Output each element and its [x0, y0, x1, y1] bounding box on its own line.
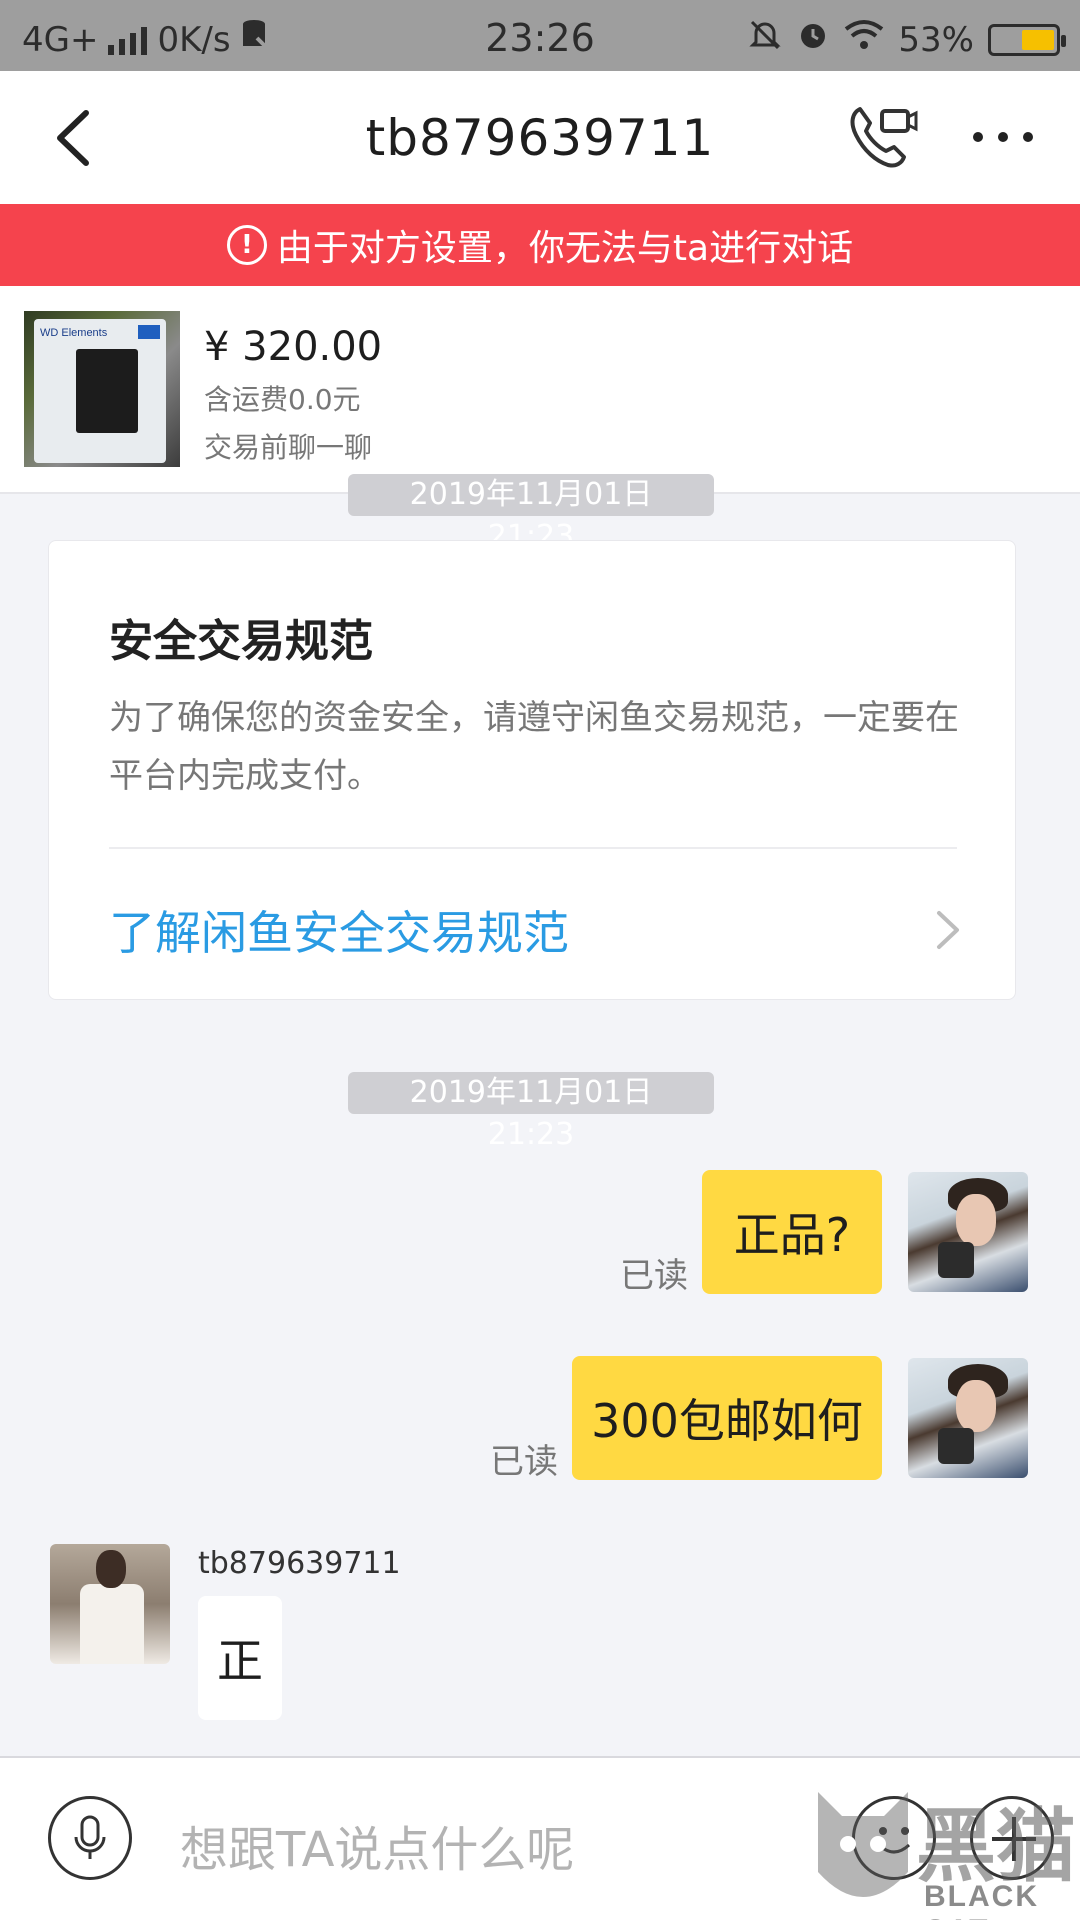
emoji-button[interactable] [852, 1796, 936, 1880]
read-status: 已读 [490, 1442, 558, 1482]
my-avatar[interactable] [908, 1172, 1028, 1292]
product-price: ¥ 320.00 [204, 324, 383, 370]
more-button[interactable] [968, 111, 1038, 163]
other-avatar[interactable] [50, 1544, 170, 1664]
more-icon [973, 132, 1033, 142]
product-brand-label: WD Elements [40, 327, 108, 339]
message-input[interactable]: 想跟TA说点什么呢 [180, 1810, 574, 1880]
wifi-icon [844, 19, 884, 60]
avatar-head [96, 1550, 126, 1588]
product-note: 交易前聊一聊 [204, 431, 373, 464]
video-call-button[interactable] [846, 101, 918, 173]
message-bubble-sent[interactable]: 300包邮如何 [572, 1356, 882, 1480]
message-bubble-sent[interactable]: 正品? [702, 1170, 882, 1294]
video-call-icon [850, 107, 918, 168]
avatar-coat [80, 1584, 144, 1664]
warning-icon: ! [226, 225, 267, 265]
microphone-icon [74, 1815, 106, 1859]
safety-rules-link[interactable]: 了解闲鱼安全交易规范 [109, 897, 569, 963]
timestamp-top: 2019年11月01日 21:23 [348, 474, 714, 554]
avatar-arm [938, 1242, 974, 1278]
message-row: 已读 300包邮如何 [0, 1356, 1080, 1486]
avatar-arm [938, 1428, 974, 1464]
message-bubble-received[interactable]: 正 [198, 1596, 282, 1720]
safety-body: 为了确保您的资金安全，请遵守闲鱼交易规范，一定要在平台内完成支付。 [109, 698, 959, 796]
emoji-icon [877, 1827, 911, 1854]
battery-percent: 53% [898, 19, 974, 60]
read-status: 已读 [620, 1256, 688, 1296]
chat-title: tb879639711 [365, 109, 715, 167]
message-row: tb879639711 正 [0, 1544, 1080, 1724]
sender-name: tb879639711 [198, 1546, 401, 1581]
status-right: 53% [748, 18, 1066, 61]
battery-fill [1022, 29, 1054, 50]
input-bar: 想跟TA说点什么呢 [0, 1756, 1080, 1920]
plus-button[interactable] [970, 1796, 1054, 1880]
timestamp-middle: 2019年11月01日 21:23 [348, 1072, 714, 1152]
alert-text: 由于对方设置，你无法与ta进行对话 [276, 228, 854, 269]
chat-header: tb879639711 [0, 71, 1080, 204]
avatar-face [956, 1380, 996, 1432]
avatar-face [956, 1194, 996, 1246]
hard-drive-image [76, 349, 138, 433]
safety-title: 安全交易规范 [109, 616, 373, 667]
product-card[interactable]: WD Elements ¥ 320.00 含运费0.0元 交易前聊一聊 [0, 286, 1080, 494]
microphone-button[interactable] [48, 1796, 132, 1880]
message-row: 已读 正品? [0, 1170, 1080, 1300]
product-thumbnail[interactable]: WD Elements [24, 311, 180, 467]
blocked-alert-banner: ! 由于对方设置，你无法与ta进行对话 [0, 204, 1080, 286]
product-shipping: 含运费0.0元 [204, 383, 361, 416]
safety-rules-card: 安全交易规范 为了确保您的资金安全，请遵守闲鱼交易规范，一定要在平台内完成支付。… [48, 540, 1016, 1000]
mute-icon [748, 18, 782, 61]
product-box-image: WD Elements [34, 319, 166, 463]
card-divider [109, 847, 957, 849]
status-bar: 4G+ 0K/s 23:26 53% [0, 0, 1080, 71]
alarm-icon [796, 18, 830, 61]
chevron-right-icon[interactable] [933, 907, 963, 953]
my-avatar[interactable] [908, 1358, 1028, 1478]
wd-logo-icon [138, 325, 160, 339]
battery-icon [988, 23, 1066, 56]
